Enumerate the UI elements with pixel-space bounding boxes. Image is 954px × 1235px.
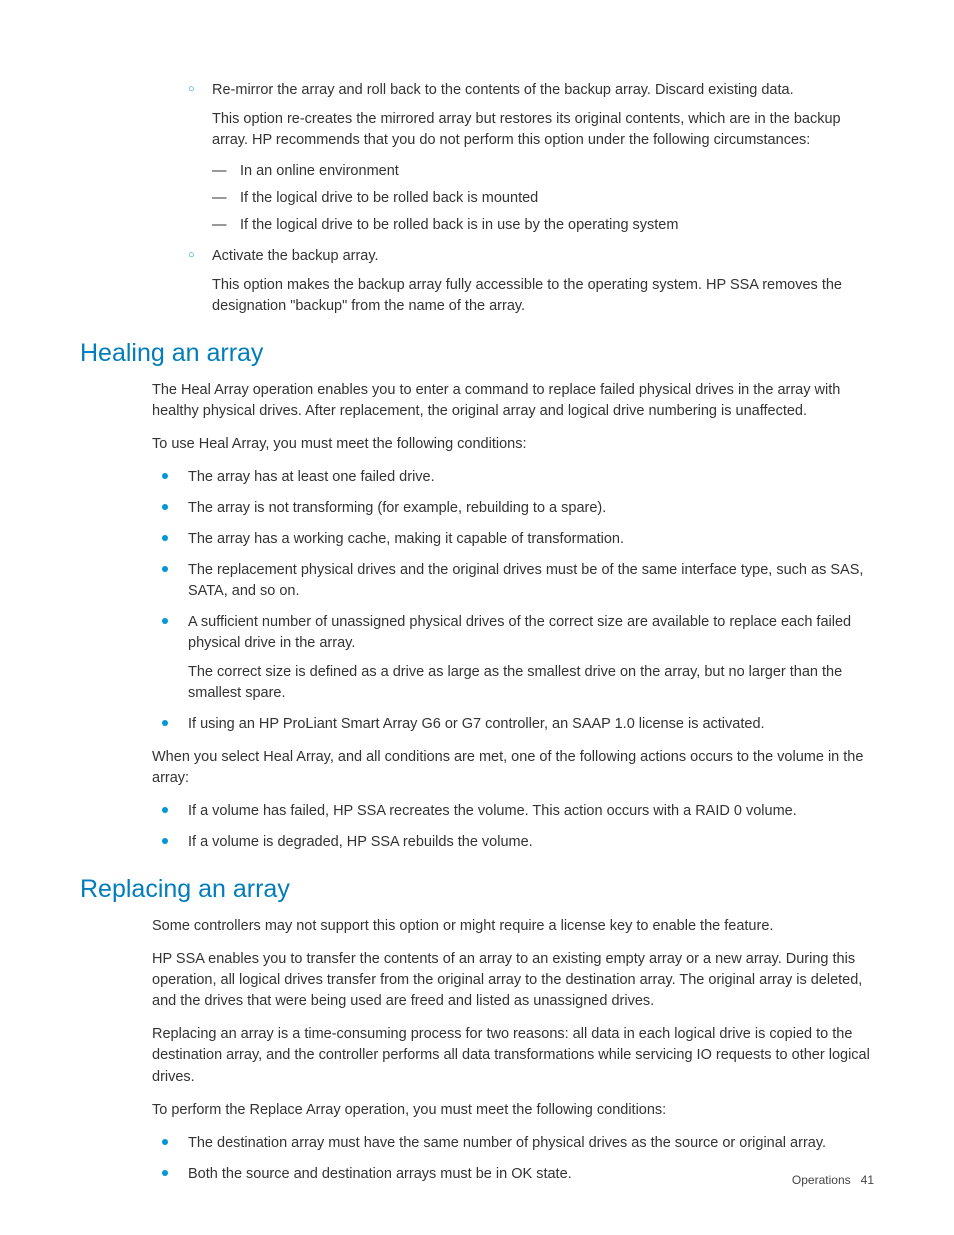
- item-text: The array has a working cache, making it…: [188, 531, 624, 547]
- item-text: The array is not transforming (for examp…: [188, 500, 606, 516]
- list-item: Both the source and destination arrays m…: [152, 1164, 874, 1185]
- list-item: If a volume is degraded, HP SSA rebuilds…: [152, 832, 874, 853]
- dash-icon: —: [212, 188, 227, 209]
- item-text: If the logical drive to be rolled back i…: [240, 217, 678, 233]
- actions-list: If a volume has failed, HP SSA recreates…: [152, 801, 874, 853]
- footer-page-number: 41: [861, 1173, 874, 1187]
- list-item: The replacement physical drives and the …: [152, 560, 874, 602]
- conditions-list: The array has at least one failed drive.…: [152, 467, 874, 735]
- body-text: When you select Heal Array, and all cond…: [152, 747, 874, 789]
- circle-bullet-icon: ○: [188, 248, 195, 264]
- bullet-icon: [162, 838, 168, 844]
- item-text: Re-mirror the array and roll back to the…: [212, 82, 794, 98]
- section-heading-healing: Healing an array: [80, 339, 874, 368]
- body-text: To perform the Replace Array operation, …: [152, 1100, 874, 1121]
- body-text: To use Heal Array, you must meet the fol…: [152, 434, 874, 455]
- item-text: In an online environment: [240, 163, 399, 179]
- bullet-icon: [162, 1170, 168, 1176]
- dash-icon: —: [212, 161, 227, 182]
- list-item: If using an HP ProLiant Smart Array G6 o…: [152, 714, 874, 735]
- item-text: The destination array must have the same…: [188, 1135, 826, 1151]
- body-text: Some controllers may not support this op…: [152, 916, 874, 937]
- item-text: Activate the backup array.: [212, 248, 379, 264]
- dash-list: — In an online environment — If the logi…: [212, 161, 874, 236]
- bullet-icon: [162, 535, 168, 541]
- list-item: — If the logical drive to be rolled back…: [212, 215, 874, 236]
- page-content: ○ Re-mirror the array and roll back to t…: [80, 80, 874, 1185]
- item-text: If using an HP ProLiant Smart Array G6 o…: [188, 716, 765, 732]
- bullet-icon: [162, 720, 168, 726]
- bullet-icon: [162, 807, 168, 813]
- body-text: The Heal Array operation enables you to …: [152, 380, 874, 422]
- body-text: Replacing an array is a time-consuming p…: [152, 1024, 874, 1087]
- page-footer: Operations 41: [792, 1173, 874, 1187]
- bullet-icon: [162, 1139, 168, 1145]
- item-text: If the logical drive to be rolled back i…: [240, 190, 538, 206]
- circle-bullet-icon: ○: [188, 82, 195, 98]
- list-item: A sufficient number of unassigned physic…: [152, 612, 874, 704]
- list-item: The array is not transforming (for examp…: [152, 498, 874, 519]
- list-item: If a volume has failed, HP SSA recreates…: [152, 801, 874, 822]
- list-item: — If the logical drive to be rolled back…: [212, 188, 874, 209]
- item-text: A sufficient number of unassigned physic…: [188, 614, 851, 651]
- item-follow-text: The correct size is defined as a drive a…: [188, 662, 874, 704]
- bullet-icon: [162, 473, 168, 479]
- bullet-icon: [162, 504, 168, 510]
- dash-icon: —: [212, 215, 227, 236]
- list-item: — In an online environment: [212, 161, 874, 182]
- list-item: The array has a working cache, making it…: [152, 529, 874, 550]
- top-sub-list: ○ Activate the backup array.: [188, 246, 874, 267]
- item-text: If a volume is degraded, HP SSA rebuilds…: [188, 834, 533, 850]
- list-item: The array has at least one failed drive.: [152, 467, 874, 488]
- item-text: If a volume has failed, HP SSA recreates…: [188, 803, 797, 819]
- section-heading-replacing: Replacing an array: [80, 875, 874, 904]
- footer-section: Operations: [792, 1173, 851, 1187]
- item-text: Both the source and destination arrays m…: [188, 1166, 572, 1182]
- body-text: HP SSA enables you to transfer the conte…: [152, 949, 874, 1012]
- list-item: ○ Activate the backup array.: [188, 246, 874, 267]
- body-text: This option makes the backup array fully…: [212, 275, 874, 317]
- body-text: This option re-creates the mirrored arra…: [212, 109, 874, 151]
- list-item: ○ Re-mirror the array and roll back to t…: [188, 80, 874, 101]
- bullet-icon: [162, 566, 168, 572]
- bullet-icon: [162, 618, 168, 624]
- list-item: The destination array must have the same…: [152, 1133, 874, 1154]
- item-text: The replacement physical drives and the …: [188, 562, 863, 599]
- top-sub-list: ○ Re-mirror the array and roll back to t…: [188, 80, 874, 101]
- item-text: The array has at least one failed drive.: [188, 469, 435, 485]
- replace-conditions-list: The destination array must have the same…: [152, 1133, 874, 1185]
